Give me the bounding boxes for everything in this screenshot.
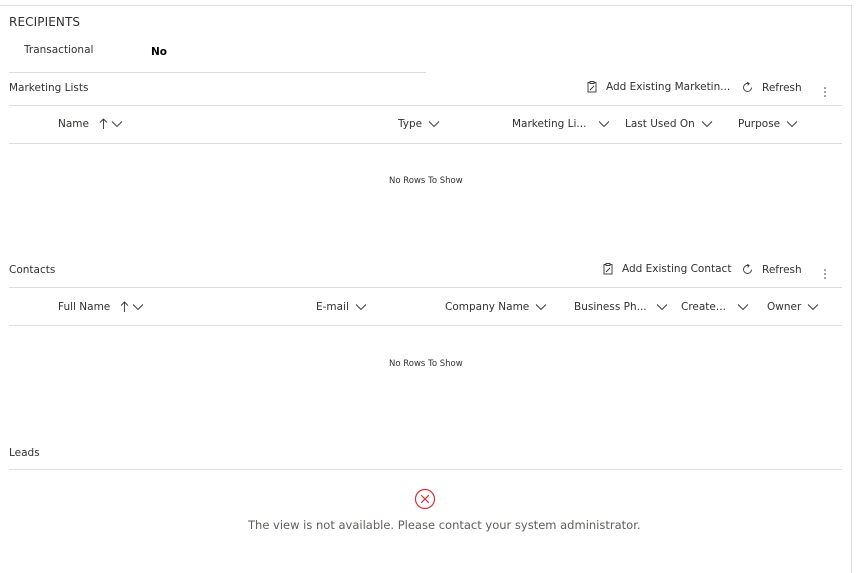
chevron-down-icon (701, 121, 713, 128)
chevron-down-icon (428, 121, 440, 128)
refresh-icon (743, 263, 752, 274)
refresh-contacts-button[interactable]: Refresh (741, 263, 802, 276)
chevron-down-icon (132, 304, 144, 311)
chevron-down-icon (737, 304, 749, 311)
subgrid-title-marketing-lists: Marketing Lists (9, 82, 89, 94)
empty-grid-message: No Rows To Show (389, 176, 463, 186)
refresh-contacts-label: Refresh (762, 263, 802, 276)
column-header-company-name[interactable]: Company Name (445, 301, 547, 313)
chevron-down-icon (355, 304, 367, 311)
grid-header-divider (9, 325, 842, 326)
column-header-full-name[interactable]: Full Name (58, 301, 144, 313)
column-header-label: Name (58, 118, 89, 130)
chevron-down-icon (111, 121, 123, 128)
column-header-label: Owner (767, 301, 802, 313)
refresh-marketing-lists-label: Refresh (762, 81, 802, 94)
subgrid-divider (9, 287, 842, 288)
more-commands-contacts[interactable] (822, 265, 828, 284)
chevron-down-icon (599, 121, 610, 128)
column-header-label: E-mail (316, 301, 349, 313)
error-icon (414, 488, 436, 514)
more-commands-marketing-lists[interactable] (822, 83, 828, 102)
column-header-label: Last Used On (625, 118, 695, 130)
chevron-down-icon (535, 304, 547, 311)
transactional-label: Transactional (24, 44, 94, 56)
column-header-email[interactable]: E-mail (316, 301, 367, 313)
refresh-marketing-lists-button[interactable]: Refresh (741, 81, 802, 94)
chevron-down-icon (786, 121, 798, 128)
column-header-business-phone[interactable]: Business Ph... (574, 301, 668, 313)
column-header-label: Business Ph... (574, 301, 647, 313)
field-divider (9, 72, 426, 73)
transactional-value[interactable]: No (151, 46, 167, 58)
add-existing-marketing-list-label: Add Existing Marketin... (606, 81, 731, 93)
grid-header-divider (9, 143, 842, 144)
section-title-recipients: RECIPIENTS (9, 15, 81, 29)
form-panel: RECIPIENTS Transactional No Marketing Li… (0, 5, 852, 573)
column-header-owner[interactable]: Owner (767, 301, 819, 313)
column-header-label: Type (398, 118, 423, 130)
column-header-marketing-list[interactable]: Marketing Li... (512, 118, 610, 130)
column-header-label: Company Name (445, 301, 530, 313)
subgrid-divider (9, 469, 842, 470)
more-vertical-icon (824, 269, 826, 279)
column-header-type[interactable]: Type (398, 118, 440, 130)
add-existing-contact-button[interactable]: Add Existing Contact (602, 263, 731, 275)
column-header-purpose[interactable]: Purpose (738, 118, 798, 130)
column-header-created-on[interactable]: Create... (681, 301, 749, 313)
add-existing-icon (587, 81, 597, 93)
sort-ascending-icon (99, 118, 108, 129)
column-header-label: Purpose (738, 118, 781, 130)
view-unavailable-message: The view is not available. Please contac… (248, 518, 641, 532)
add-existing-marketing-list-button[interactable]: Add Existing Marketin... (586, 81, 730, 93)
column-header-name[interactable]: Name (58, 118, 123, 130)
chevron-down-icon (656, 304, 667, 311)
column-header-label: Marketing Li... (512, 118, 587, 130)
add-existing-contact-label: Add Existing Contact (622, 263, 732, 275)
subgrid-title-leads: Leads (9, 447, 40, 459)
column-header-label: Create... (681, 301, 726, 313)
add-existing-icon (603, 263, 613, 275)
sort-ascending-icon (120, 301, 129, 312)
subgrid-title-contacts: Contacts (9, 264, 56, 276)
chevron-down-icon (807, 304, 819, 311)
subgrid-divider (9, 105, 842, 106)
more-vertical-icon (824, 87, 826, 97)
refresh-icon (743, 81, 752, 92)
column-header-label: Full Name (58, 301, 111, 313)
empty-grid-message: No Rows To Show (389, 359, 463, 369)
column-header-last-used-on[interactable]: Last Used On (625, 118, 713, 130)
